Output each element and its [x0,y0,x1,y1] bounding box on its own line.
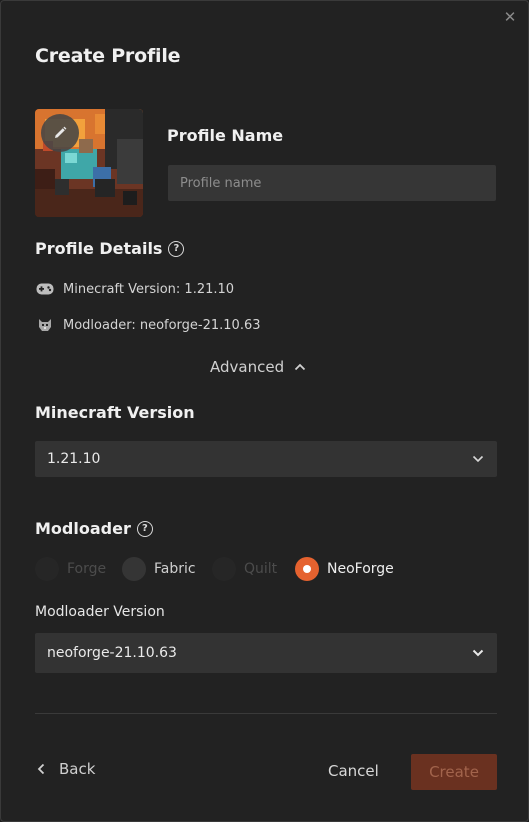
modloader-heading: Modloader ? [35,519,153,538]
chevron-left-icon [37,763,45,775]
create-profile-dialog: ✕ Create Profile Profile Name Profile na… [0,0,529,822]
chevron-up-icon [294,363,306,371]
radio-dot [303,565,311,573]
advanced-toggle[interactable]: Advanced [210,358,306,376]
minecraft-version-select[interactable]: 1.21.10 [35,441,497,477]
advanced-label: Advanced [210,358,285,376]
modloader-text: Modloader: neoforge-21.10.63 [63,317,261,333]
profile-name-input[interactable] [168,165,496,201]
radio-circle [122,557,146,581]
profile-details-heading: Profile Details ? [35,239,185,258]
dialog-title: Create Profile [35,45,181,67]
pencil-icon [55,126,67,138]
radio-label-fabric: Fabric [154,561,196,577]
profile-name-label: Profile Name [167,126,284,145]
radio-label-forge: Forge [67,561,107,577]
radio-quilt[interactable]: Quilt [212,557,295,581]
radio-label-neoforge: NeoForge [327,561,394,577]
modloader-label: Modloader [35,519,131,538]
neoforge-fox-icon [35,317,55,333]
minecraft-version-label: Minecraft Version [35,403,195,422]
footer-divider [35,713,497,714]
radio-neoforge[interactable]: NeoForge [295,557,394,581]
minecraft-version-label-text: Minecraft Version [35,403,195,422]
back-label: Back [59,760,96,778]
help-icon[interactable]: ? [168,240,185,257]
cancel-button[interactable]: Cancel [328,762,379,780]
gamepad-icon [35,281,55,297]
minecraft-version-text: Minecraft Version: 1.21.10 [63,281,235,297]
create-button[interactable]: Create [411,754,497,790]
back-button[interactable]: Back [37,760,95,778]
modloader-version-select[interactable]: neoforge-21.10.63 [35,633,497,673]
radio-circle [35,557,59,581]
radio-circle [212,557,236,581]
radio-fabric[interactable]: Fabric [122,557,212,581]
minecraft-version-value: 1.21.10 [47,451,101,467]
detail-minecraft-version: Minecraft Version: 1.21.10 [35,281,234,297]
edit-image-button[interactable] [41,114,79,152]
detail-modloader: Modloader: neoforge-21.10.63 [35,317,261,333]
help-icon[interactable]: ? [136,520,153,537]
modloader-version-label: Modloader Version [35,604,165,620]
radio-forge[interactable]: Forge [35,557,122,581]
chevron-down-icon [471,646,485,660]
profile-details-title: Profile Details [35,239,163,258]
modloader-version-value: neoforge-21.10.63 [47,645,177,661]
chevron-down-icon [471,452,485,466]
modloader-radio-group: Forge Fabric Quilt NeoForge [35,556,394,582]
radio-circle [295,557,319,581]
radio-label-quilt: Quilt [244,561,278,577]
close-icon[interactable]: ✕ [502,9,518,25]
